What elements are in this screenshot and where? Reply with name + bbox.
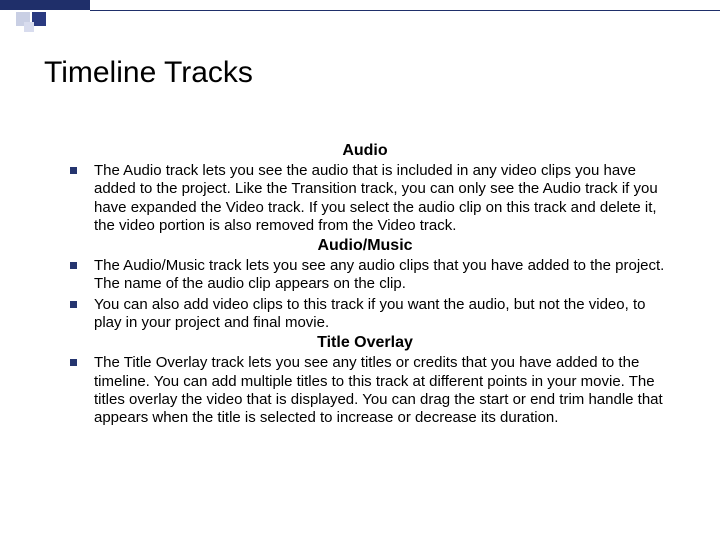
section-heading-audio: Audio	[64, 142, 666, 160]
section-heading-title-overlay: Title Overlay	[64, 334, 666, 352]
list-item: The Audio/Music track lets you see any a…	[64, 257, 666, 294]
slide-corner-decoration	[0, 0, 90, 36]
slide-body: Timeline Tracks Audio The Audio track le…	[0, 0, 720, 428]
list-item: The Audio track lets you see the audio t…	[64, 162, 666, 235]
list-item: The Title Overlay track lets you see any…	[64, 354, 666, 427]
slide-content: Audio The Audio track lets you see the a…	[44, 142, 676, 428]
list-item: You can also add video clips to this tra…	[64, 296, 666, 333]
bullet-list: The Title Overlay track lets you see any…	[64, 354, 666, 427]
bullet-list: The Audio track lets you see the audio t…	[64, 162, 666, 235]
slide-title: Timeline Tracks	[44, 56, 676, 90]
section-heading-audio-music: Audio/Music	[64, 237, 666, 255]
slide-top-rule	[90, 10, 720, 11]
bullet-list: The Audio/Music track lets you see any a…	[64, 257, 666, 332]
